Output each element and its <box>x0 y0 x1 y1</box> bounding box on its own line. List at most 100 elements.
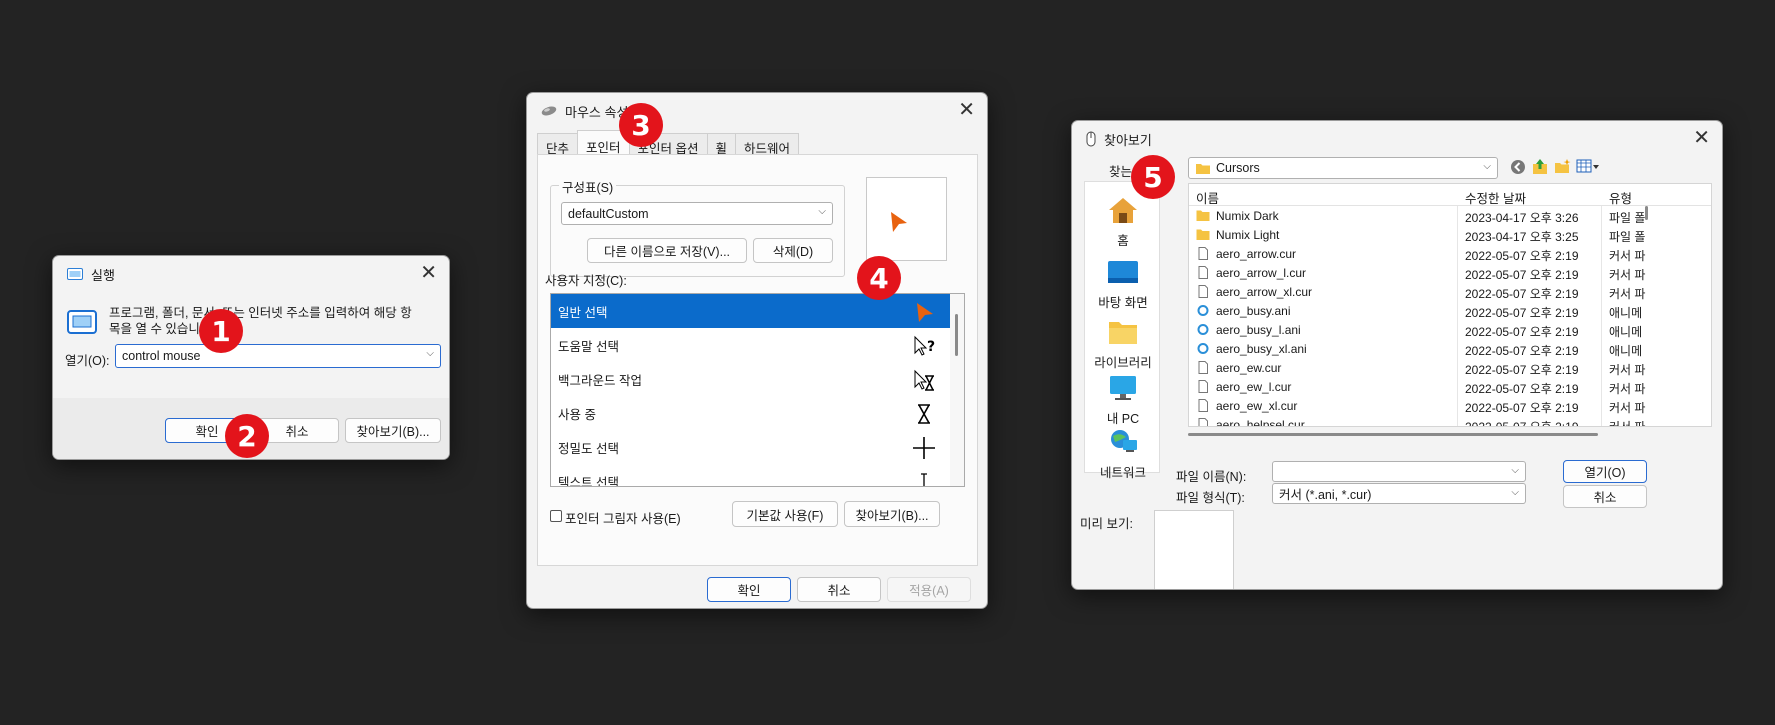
file-row[interactable]: aero_ew.cur 2022-05-07 오후 2:19 커서 파 <box>1189 358 1711 377</box>
apply-button[interactable]: 적용(A) <box>887 577 971 602</box>
cursor-list[interactable]: 일반 선택 도움말 선택 ? 백그라운드 작업 사용 중 정밀도 선택 텍스트 … <box>550 293 965 487</box>
run-dialog-icon <box>67 310 97 334</box>
cancel-button[interactable]: 취소 <box>797 577 881 602</box>
open-input[interactable]: control mouse ⌵ <box>115 344 441 368</box>
column-modified[interactable]: 수정한 날짜 <box>1465 188 1526 207</box>
tab-wheel[interactable]: 휠 <box>706 133 737 156</box>
file-date: 2023-04-17 오후 3:26 <box>1465 211 1579 225</box>
file-row[interactable]: Numix Light 2023-04-17 오후 3:25 파일 폴 <box>1189 225 1711 244</box>
tab-buttons[interactable]: 단추 <box>537 133 579 156</box>
arrow-cursor-icon <box>917 303 933 322</box>
filename-input[interactable]: ⌵ <box>1272 461 1526 482</box>
file-name: aero_ew_l.cur <box>1216 380 1292 394</box>
place-desktop[interactable]: 바탕 화면 <box>1085 258 1161 311</box>
shadow-checkbox[interactable] <box>550 510 562 522</box>
file-type: 애니메 <box>1609 306 1643 320</box>
file-icon <box>1198 399 1208 412</box>
cursor-item-label: 백그라운드 작업 <box>558 373 642 388</box>
file-row[interactable]: aero_arrow_l.cur 2022-05-07 오후 2:19 커서 파 <box>1189 263 1711 282</box>
file-row[interactable]: aero_helpsel.cur 2022-05-07 오후 2:19 커서 파 <box>1189 415 1711 426</box>
tab-hardware[interactable]: 하드웨어 <box>735 133 800 156</box>
file-type: 파일 폴 <box>1609 211 1646 225</box>
horizontal-scrollbar[interactable] <box>1188 433 1598 436</box>
place-label: 바탕 화면 <box>1098 296 1148 310</box>
ok-button[interactable]: 확인 <box>707 577 791 602</box>
look-in-select[interactable]: Cursors ⌵ <box>1188 157 1498 179</box>
file-row[interactable]: aero_busy_l.ani 2022-05-07 오후 2:19 애니메 <box>1189 320 1711 339</box>
file-type: 커서 파 <box>1609 363 1646 377</box>
hourglass-icon <box>918 404 930 424</box>
file-row[interactable]: aero_busy.ani 2022-05-07 오후 2:19 애니메 <box>1189 301 1711 320</box>
delete-button[interactable]: 삭제(D) <box>753 238 833 263</box>
browse-button[interactable]: 찾아보기(B)... <box>345 418 441 443</box>
chevron-down-icon[interactable]: ⌵ <box>818 206 826 217</box>
view-menu-icon[interactable] <box>1576 159 1600 174</box>
step-badge-4: 4 <box>857 256 901 300</box>
step-badge-3: 3 <box>619 103 663 147</box>
open-label: 열기(O): <box>65 354 110 368</box>
file-date: 2022-05-07 오후 2:19 <box>1465 344 1579 358</box>
file-list[interactable]: 이름 ⌃ 수정한 날짜 유형 Numix Dark 2023-04-17 오후 3… <box>1188 183 1712 427</box>
file-date: 2022-05-07 오후 2:19 <box>1465 287 1579 301</box>
chevron-down-icon[interactable]: ⌵ <box>1511 465 1519 476</box>
help-cursor-icon: ? <box>914 335 935 356</box>
cursor-item-label: 도움말 선택 <box>558 339 619 354</box>
file-row[interactable]: aero_busy_xl.ani 2022-05-07 오후 2:19 애니메 <box>1189 339 1711 358</box>
working-cursor-icon <box>914 369 934 391</box>
desktop-icon <box>1108 261 1138 283</box>
file-list-scrollbar[interactable] <box>1645 206 1648 220</box>
cursor-item-normal[interactable]: 일반 선택 <box>551 294 964 328</box>
open-button[interactable]: 열기(O) <box>1563 460 1647 483</box>
file-row[interactable]: aero_ew_xl.cur 2022-05-07 오후 2:19 커서 파 <box>1189 396 1711 415</box>
close-icon[interactable]: ✕ <box>420 262 437 284</box>
libraries-icon <box>1109 322 1137 344</box>
file-row[interactable]: aero_ew_l.cur 2022-05-07 오후 2:19 커서 파 <box>1189 377 1711 396</box>
browse-titlebar: 찾아보기 ✕ <box>1072 121 1722 157</box>
place-libraries[interactable]: 라이브러리 <box>1085 318 1161 371</box>
file-type: 커서 파 <box>1609 382 1646 396</box>
save-as-button[interactable]: 다른 이름으로 저장(V)... <box>587 238 747 263</box>
cursor-item-precision[interactable]: 정밀도 선택 <box>551 430 964 464</box>
run-app-icon <box>67 268 83 280</box>
back-icon[interactable] <box>1510 159 1526 175</box>
place-label: 홈 <box>1117 234 1129 248</box>
file-date: 2022-05-07 오후 2:19 <box>1465 401 1579 415</box>
chevron-down-icon[interactable]: ⌵ <box>1511 487 1519 498</box>
place-network[interactable]: 네트워크 <box>1085 428 1161 481</box>
filetype-select[interactable]: 커서 (*.ani, *.cur) ⌵ <box>1272 483 1526 504</box>
cursor-item-background[interactable]: 백그라운드 작업 <box>551 362 964 396</box>
file-type: 파일 폴 <box>1609 230 1646 244</box>
file-type: 애니메 <box>1609 325 1643 339</box>
scheme-select[interactable]: defaultCustom ⌵ <box>561 202 833 225</box>
place-home[interactable]: 홈 <box>1085 196 1161 249</box>
use-default-button[interactable]: 기본값 사용(F) <box>732 501 838 527</box>
browse-cancel-button[interactable]: 취소 <box>1563 485 1647 508</box>
filetype-value: 커서 (*.ani, *.cur) <box>1279 488 1372 502</box>
scroll-thumb[interactable] <box>955 314 958 356</box>
file-row[interactable]: aero_arrow.cur 2022-05-07 오후 2:19 커서 파 <box>1189 244 1711 263</box>
column-type[interactable]: 유형 <box>1609 188 1632 207</box>
column-name[interactable]: 이름 <box>1196 188 1219 207</box>
new-folder-icon[interactable] <box>1554 158 1571 175</box>
filename-label: 파일 이름(N): <box>1176 470 1247 484</box>
pointer-browse-button[interactable]: 찾아보기(B)... <box>844 501 940 527</box>
network-icon <box>1111 430 1137 452</box>
cursor-item-text[interactable]: 텍스트 선택 <box>551 464 964 486</box>
step-badge-2: 2 <box>225 414 269 458</box>
file-row[interactable]: Numix Dark 2023-04-17 오후 3:26 파일 폴 <box>1189 206 1711 225</box>
file-name: aero_busy_xl.ani <box>1216 342 1307 356</box>
close-icon[interactable]: ✕ <box>958 99 975 121</box>
browse-title: 찾아보기 <box>1104 132 1152 148</box>
cursor-list-scrollbar[interactable] <box>950 294 964 486</box>
file-date: 2022-05-07 오후 2:19 <box>1465 268 1579 282</box>
cursor-item-busy[interactable]: 사용 중 <box>551 396 964 430</box>
chevron-down-icon[interactable]: ⌵ <box>426 348 434 359</box>
file-name: aero_ew.cur <box>1216 361 1282 375</box>
cursor-item-help[interactable]: 도움말 선택 ? <box>551 328 964 362</box>
up-folder-icon[interactable] <box>1532 158 1548 175</box>
chevron-down-icon[interactable]: ⌵ <box>1483 161 1491 172</box>
place-this-pc[interactable]: 내 PC <box>1085 374 1161 427</box>
file-row[interactable]: aero_arrow_xl.cur 2022-05-07 오후 2:19 커서 파 <box>1189 282 1711 301</box>
cursor-item-label: 정밀도 선택 <box>558 441 619 456</box>
close-icon[interactable]: ✕ <box>1693 127 1710 149</box>
